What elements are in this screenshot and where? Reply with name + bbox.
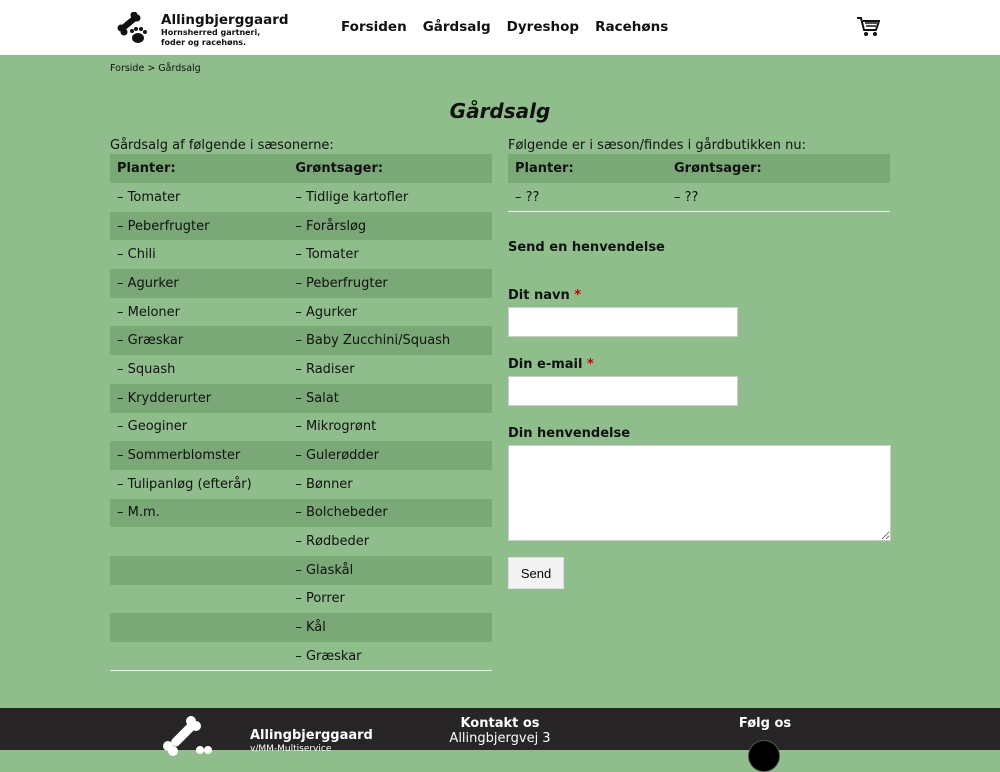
table-row: – Tomater – Tidlige kartofler <box>110 183 492 212</box>
table-cell: – Græskar <box>295 648 362 664</box>
brand[interactable]: Allingbjerggaard Hornsherred gartneri, f… <box>161 12 289 48</box>
table-cell <box>110 585 288 614</box>
table-row: – Rødbeder <box>110 527 492 556</box>
facebook-icon[interactable] <box>748 740 780 772</box>
email-input[interactable] <box>508 376 738 406</box>
table-row: – Græskar – Baby Zucchini/Squash <box>110 326 492 356</box>
bone-paw-logo-icon[interactable] <box>116 12 148 44</box>
table-cell: – Krydderurter <box>110 383 289 413</box>
col-header: Grøntsager: <box>667 154 890 183</box>
table-cell: – Rødbeder <box>295 534 370 550</box>
message-textarea[interactable] <box>508 445 891 541</box>
table-row: – ?? – ?? <box>508 183 890 212</box>
table-cell: – Radiser <box>295 361 355 377</box>
table-row: – Porrer <box>110 585 492 614</box>
table-row: – Sommerblomster – Gulerødder <box>110 441 492 470</box>
footer-brand: Allingbjerggaard <box>250 728 373 743</box>
season-caption: Gårdsalg af følgende i sæsonerne: <box>110 138 334 153</box>
form-heading: Send en henvendelse <box>508 240 665 255</box>
table-cell: – Peberfrugter <box>288 269 492 298</box>
footer-contact: Kontakt os Allingbjergvej 3 <box>440 716 560 746</box>
table-cell: – Salat <box>288 383 492 413</box>
table-cell: – ?? <box>674 189 699 205</box>
table-cell: – Squash <box>117 361 176 377</box>
address: Allingbjergvej 3 <box>449 731 551 746</box>
bone-paw-logo-icon <box>163 716 212 756</box>
table-cell: – ?? <box>515 189 540 205</box>
name-input[interactable] <box>508 307 738 337</box>
table-cell <box>110 527 288 556</box>
table-cell: – Porrer <box>295 591 345 607</box>
col-header: Grøntsager: <box>288 154 492 183</box>
cart-icon[interactable] <box>856 16 880 38</box>
breadcrumb[interactable]: Forside > Gårdsalg <box>110 63 201 74</box>
table-cell: – Gulerødder <box>288 441 492 470</box>
nav-racehons[interactable]: Racehøns <box>595 19 668 35</box>
table-cell: – Bolchebeder <box>288 498 492 528</box>
table-row: – M.m. – Bolchebeder <box>110 498 492 528</box>
main-nav: Forsiden Gårdsalg Dyreshop Racehøns <box>341 19 668 35</box>
message-label: Din henvendelse <box>508 426 631 441</box>
contact-form: Send en henvendelse Dit navn * Din e-mai… <box>508 240 891 589</box>
table-cell: – Tulipanløg (efterår) <box>117 476 252 492</box>
table-cell: – Peberfrugter <box>110 211 289 241</box>
email-label: Din e-mail * <box>508 357 594 372</box>
table-cell: – Geoginer <box>117 419 188 435</box>
nav-dyreshop[interactable]: Dyreshop <box>507 19 579 35</box>
footer-follow: Følg os <box>738 716 792 731</box>
table-row: – Tulipanløg (efterår) – Bønner <box>110 470 492 499</box>
brand-name: Allingbjerggaard <box>161 12 289 28</box>
page-title: Gårdsalg <box>449 99 551 123</box>
current-caption: Følgende er i sæson/findes i gårdbutikke… <box>508 138 806 153</box>
footer-sub: v/MM-Multiservice <box>250 744 332 754</box>
table-row: – Kål <box>110 613 492 642</box>
table-cell: – Agurker <box>295 304 358 320</box>
nav-gardsalg[interactable]: Gårdsalg <box>423 19 491 35</box>
table-row: – Chili – Tomater <box>110 240 492 269</box>
tagline: foder og racehøns. <box>161 38 247 47</box>
site-header: Allingbjerggaard Hornsherred gartneri, f… <box>0 0 1000 55</box>
season-table: Planter: Grøntsager: – Tomater – Tidlige k… <box>110 154 492 672</box>
name-label: Dit navn * <box>508 288 582 303</box>
nav-forsiden[interactable]: Forsiden <box>341 19 407 35</box>
table-cell <box>110 613 289 642</box>
table-row: – Geoginer – Mikrogrønt <box>110 413 492 442</box>
table-cell: – Mikrogrønt <box>295 419 377 435</box>
table-cell: – Chili <box>117 247 156 263</box>
current-table-section: Følgende er i sæson/findes i gårdbutikke… <box>508 138 890 213</box>
table-cell: – M.m. <box>110 498 289 528</box>
table-row: – Græskar <box>110 642 492 671</box>
table-cell: – Tomater <box>117 189 181 205</box>
table-cell <box>110 555 289 585</box>
table-cell: – Tidlige kartofler <box>295 189 409 205</box>
table-cell: – Bønner <box>295 476 353 492</box>
col-header: Planter: <box>508 154 667 183</box>
table-cell: – Græskar <box>110 326 289 356</box>
table-cell: – Sommerblomster <box>110 441 289 470</box>
site-footer: Allingbjerggaard v/MM-Multiservice Konta… <box>0 708 1000 772</box>
table-cell: – Meloner <box>117 304 180 320</box>
table-row: – Peberfrugter – Forårsløg <box>110 211 492 241</box>
contact-title: Kontakt os <box>460 716 540 731</box>
table-cell: – Glaskål <box>288 555 492 585</box>
col-header: Planter: <box>110 154 289 183</box>
tagline: Hornsherred gartneri, <box>161 28 261 37</box>
table-cell: – Tomater <box>295 247 359 263</box>
table-row: – Agurker – Peberfrugter <box>110 269 492 298</box>
season-table-section: Gårdsalg af følgende i sæsonerne: Plante… <box>110 138 492 672</box>
table-row: – Meloner – Agurker <box>110 298 492 327</box>
table-cell <box>110 642 288 671</box>
send-button[interactable]: Send <box>508 557 564 589</box>
table-cell: – Baby Zucchini/Squash <box>288 326 492 356</box>
table-row: – Krydderurter – Salat <box>110 383 492 413</box>
table-cell: – Kål <box>288 613 492 642</box>
table-cell: – Forårsløg <box>288 211 492 241</box>
current-table: Planter: Grøntsager: – ?? – ?? <box>508 154 890 213</box>
table-cell: – Agurker <box>110 269 289 298</box>
table-row: – Squash – Radiser <box>110 355 492 384</box>
table-row: – Glaskål <box>110 555 492 585</box>
